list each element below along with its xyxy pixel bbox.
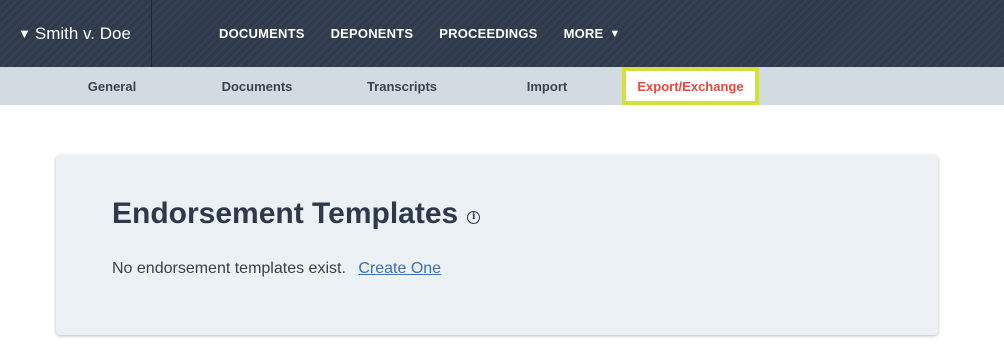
empty-state: No endorsement templates exist. Create O…: [112, 260, 441, 278]
page-title: Endorsement Templates i: [112, 197, 481, 231]
nav-proceedings[interactable]: PROCEEDINGS: [439, 26, 537, 41]
nav-more-label: MORE: [563, 26, 604, 41]
sub-navigation: General Documents Transcripts Import Exp…: [0, 67, 1004, 105]
empty-state-message: No endorsement templates exist.: [112, 260, 346, 277]
create-one-link[interactable]: Create One: [358, 260, 441, 277]
nav-deponents-label: DEPONENTS: [330, 26, 414, 41]
nav-proceedings-label: PROCEEDINGS: [439, 26, 538, 41]
nav-documents-label: DOCUMENTS: [219, 26, 305, 41]
nav-deponents[interactable]: DEPONENTS: [331, 26, 414, 41]
tab-general[interactable]: General: [70, 67, 154, 105]
case-selector[interactable]: ▼ Smith v. Doe: [0, 0, 152, 67]
page-title-text: Endorsement Templates: [112, 197, 459, 230]
tab-export-exchange[interactable]: Export/Exchange: [622, 67, 759, 105]
tab-transcripts[interactable]: Transcripts: [350, 67, 454, 105]
case-title: Smith v. Doe: [34, 23, 131, 43]
nav-more[interactable]: MORE ▼: [564, 26, 621, 41]
nav-documents[interactable]: DOCUMENTS: [219, 26, 305, 41]
tab-documents[interactable]: Documents: [205, 67, 309, 105]
caret-down-icon: ▼: [18, 26, 31, 41]
caret-down-icon: ▼: [609, 27, 621, 40]
top-navbar: ▼ Smith v. Doe DOCUMENTS DEPONENTS PROCE…: [0, 0, 1004, 67]
tab-import[interactable]: Import: [505, 67, 589, 105]
info-icon[interactable]: i: [467, 210, 481, 224]
main-nav: DOCUMENTS DEPONENTS PROCEEDINGS MORE ▼: [219, 0, 646, 67]
endorsement-templates-panel: Endorsement Templates i No endorsement t…: [56, 155, 938, 335]
